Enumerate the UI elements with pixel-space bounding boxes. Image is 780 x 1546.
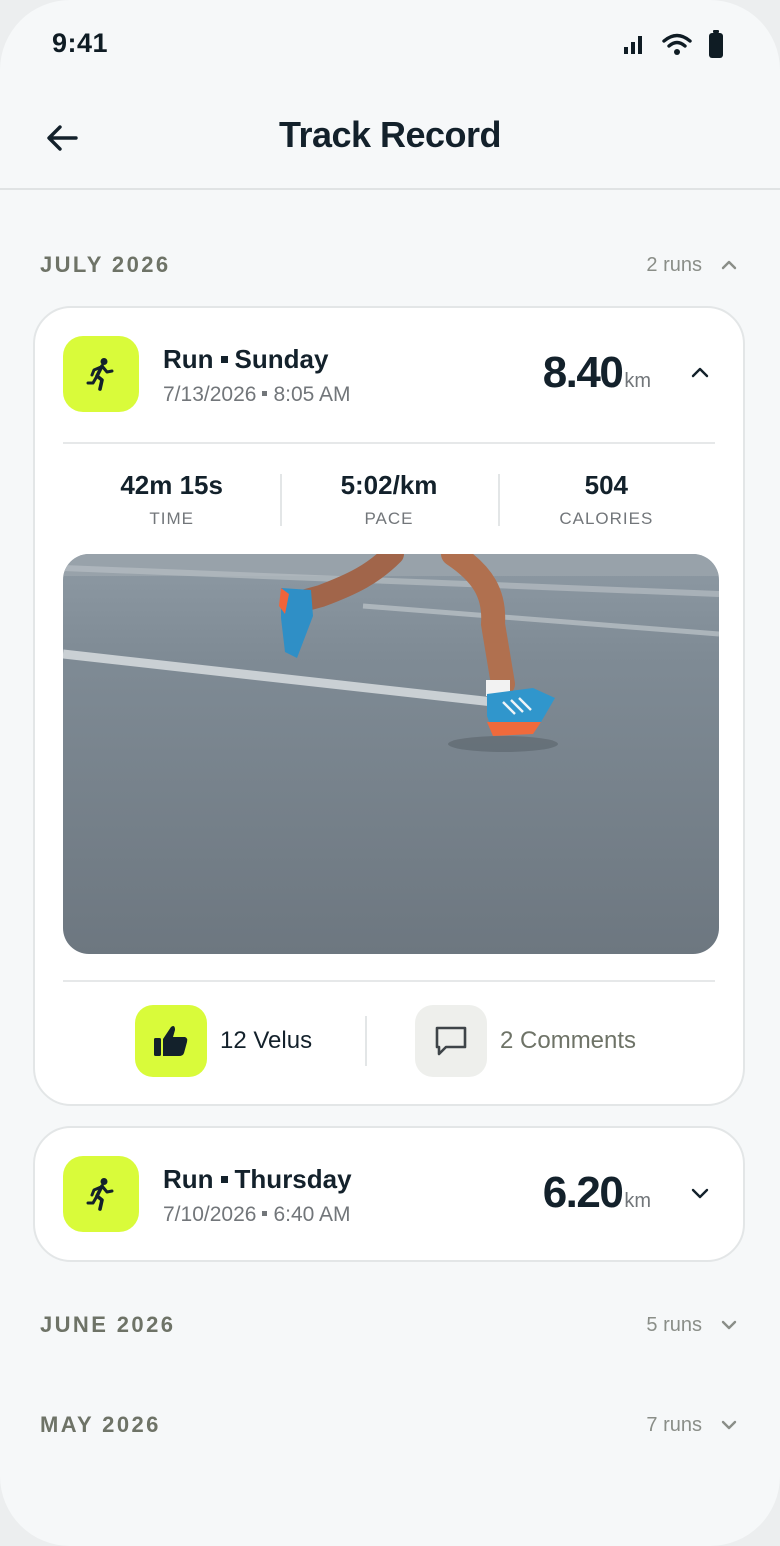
signal-icon (624, 36, 642, 54)
stat-time: 42m 15s TIME (63, 470, 280, 530)
run-date: 7/10/2026 6:40 AM (163, 1203, 351, 1226)
status-bar: 9:41 (0, 0, 780, 90)
wifi-icon (662, 33, 692, 55)
stat-value: 5:02/km (340, 470, 438, 500)
month-title: MAY 2026 (40, 1412, 161, 1437)
runner-icon (86, 1178, 114, 1211)
stat-label: TIME (149, 509, 194, 528)
status-icons (622, 30, 724, 58)
stat-calories: 504 CALORIES (497, 470, 715, 530)
stat-pace: 5:02/km PACE (280, 470, 497, 530)
run-photo[interactable] (63, 554, 719, 954)
chevron-down-icon (721, 1320, 737, 1330)
stats-row: 42m 15s TIME 5:02/km PACE 504 CALORIES (63, 470, 715, 530)
phone-screen: 9:41 Track Record JULY 2026 2 runs Run S… (0, 0, 780, 1546)
battery-icon (709, 30, 723, 58)
like-icon-box (135, 1005, 207, 1077)
run-card-collapsed[interactable]: Run Thursday 7/10/2026 6:40 AM 6.20 km (33, 1126, 745, 1262)
month-header-june[interactable]: JUNE 2026 5 runs (40, 1304, 740, 1344)
chevron-up-icon[interactable] (687, 360, 713, 386)
month-run-count: 2 runs (646, 254, 702, 276)
run-card-expanded[interactable]: Run Sunday 7/13/2026 8:05 AM 8.40 km 42m 1… (33, 306, 745, 1106)
chevron-down-icon (721, 1420, 737, 1430)
month-title: JULY 2026 (40, 252, 171, 277)
divider (63, 980, 715, 982)
divider (63, 442, 715, 444)
runner-icon (86, 358, 114, 391)
chevron-down-icon[interactable] (687, 1180, 713, 1206)
stat-value: 504 (584, 470, 629, 500)
run-date: 7/13/2026 8:05 AM (163, 383, 351, 406)
month-header-may[interactable]: MAY 2026 7 runs (40, 1404, 740, 1444)
run-distance: 8.40 km (543, 348, 651, 398)
distance-unit: km (624, 1190, 651, 1212)
chevron-up-icon (721, 260, 737, 270)
distance-value: 6.20 (542, 1168, 624, 1217)
divider (365, 1016, 367, 1066)
run-title: Run Sunday (163, 344, 329, 374)
like-count: 12 Velus (220, 1027, 313, 1054)
page-title: Track Record (278, 114, 502, 155)
run-distance: 6.20 km (543, 1168, 651, 1218)
stat-label: PACE (364, 509, 414, 528)
stat-label: CALORIES (559, 509, 654, 528)
run-title: Run Thursday (163, 1164, 352, 1194)
actions-row: 12 Velus 2 Comments (63, 1004, 715, 1078)
run-activity-badge (63, 336, 139, 412)
month-title: JUNE 2026 (40, 1312, 176, 1337)
runner-photo-illustration (63, 554, 719, 954)
comment-icon-box (415, 1005, 487, 1077)
app-header: Track Record (0, 90, 780, 190)
thumbs-up-icon (154, 1026, 188, 1056)
comment-count: 2 Comments (500, 1027, 637, 1054)
status-time: 9:41 (52, 28, 109, 58)
month-run-count: 7 runs (646, 1414, 702, 1436)
comment-button[interactable]: 2 Comments (415, 1004, 636, 1078)
comment-icon (435, 1026, 467, 1056)
stat-value: 42m 15s (120, 470, 223, 500)
month-header-july[interactable]: JULY 2026 2 runs (40, 244, 740, 284)
month-run-count: 5 runs (646, 1314, 702, 1336)
like-button[interactable]: 12 Velus (135, 1004, 312, 1078)
distance-unit: km (624, 370, 651, 392)
run-activity-badge (63, 1156, 139, 1232)
distance-value: 8.40 (542, 348, 624, 397)
